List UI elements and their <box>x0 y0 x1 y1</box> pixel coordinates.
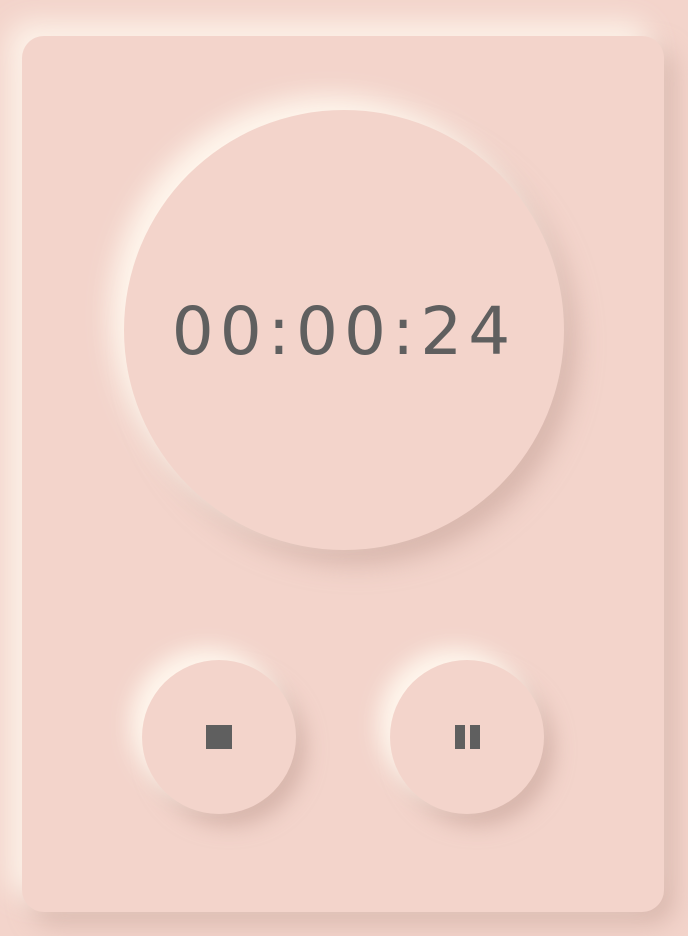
stop-icon <box>206 725 232 749</box>
pause-icon <box>454 725 480 749</box>
pause-button[interactable] <box>390 660 544 814</box>
timer-card: 00:00:24 <box>22 36 664 912</box>
elapsed-time-display: 00:00:24 <box>171 292 517 370</box>
stop-button[interactable] <box>142 660 296 814</box>
timer-dial: 00:00:24 <box>124 110 564 550</box>
